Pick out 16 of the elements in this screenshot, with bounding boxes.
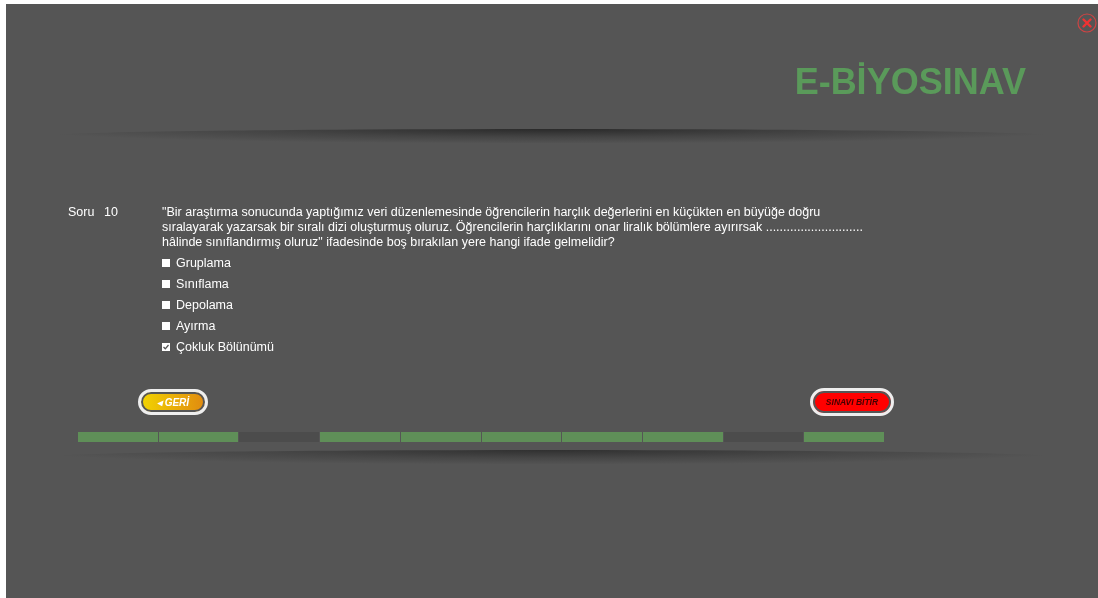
finish-exam-button[interactable]: SINAVI BİTİR xyxy=(810,388,894,416)
question-text: "Bir araştırma sonucunda yaptığımız veri düzenlemesinde öğrencilerin harçlık değerlerini en küçükten en büyüğe doğru sıralayarak yazarsak bir sıralı dizi oluşturmuş oluruz. Öğrencilerin harçlıklarını onar liralık bölümlere ayırırsak ............................ hâlinde sınıflandırmış oluruz" ifadesinde boş bırakılan yere hangi ifade gelmelidir? xyxy=(162,205,864,250)
checkbox[interactable] xyxy=(162,259,170,267)
checkbox[interactable] xyxy=(162,322,170,330)
checkbox[interactable] xyxy=(162,301,170,309)
answer-option[interactable]: Depolama xyxy=(162,298,233,312)
answer-option[interactable]: Gruplama xyxy=(162,256,231,270)
logo-text: E-BİYOSINAV xyxy=(794,62,1026,102)
checkbox[interactable] xyxy=(162,343,170,351)
answer-option[interactable]: Çokluk Bölünümü xyxy=(162,340,274,354)
question-number: 10 xyxy=(104,205,119,221)
checkbox[interactable] xyxy=(162,280,170,288)
answer-option[interactable]: Sınıflama xyxy=(162,277,229,291)
answer-option[interactable]: Ayırma xyxy=(162,319,216,333)
question-label: Soru xyxy=(68,205,96,221)
close-icon[interactable] xyxy=(1077,13,1097,33)
